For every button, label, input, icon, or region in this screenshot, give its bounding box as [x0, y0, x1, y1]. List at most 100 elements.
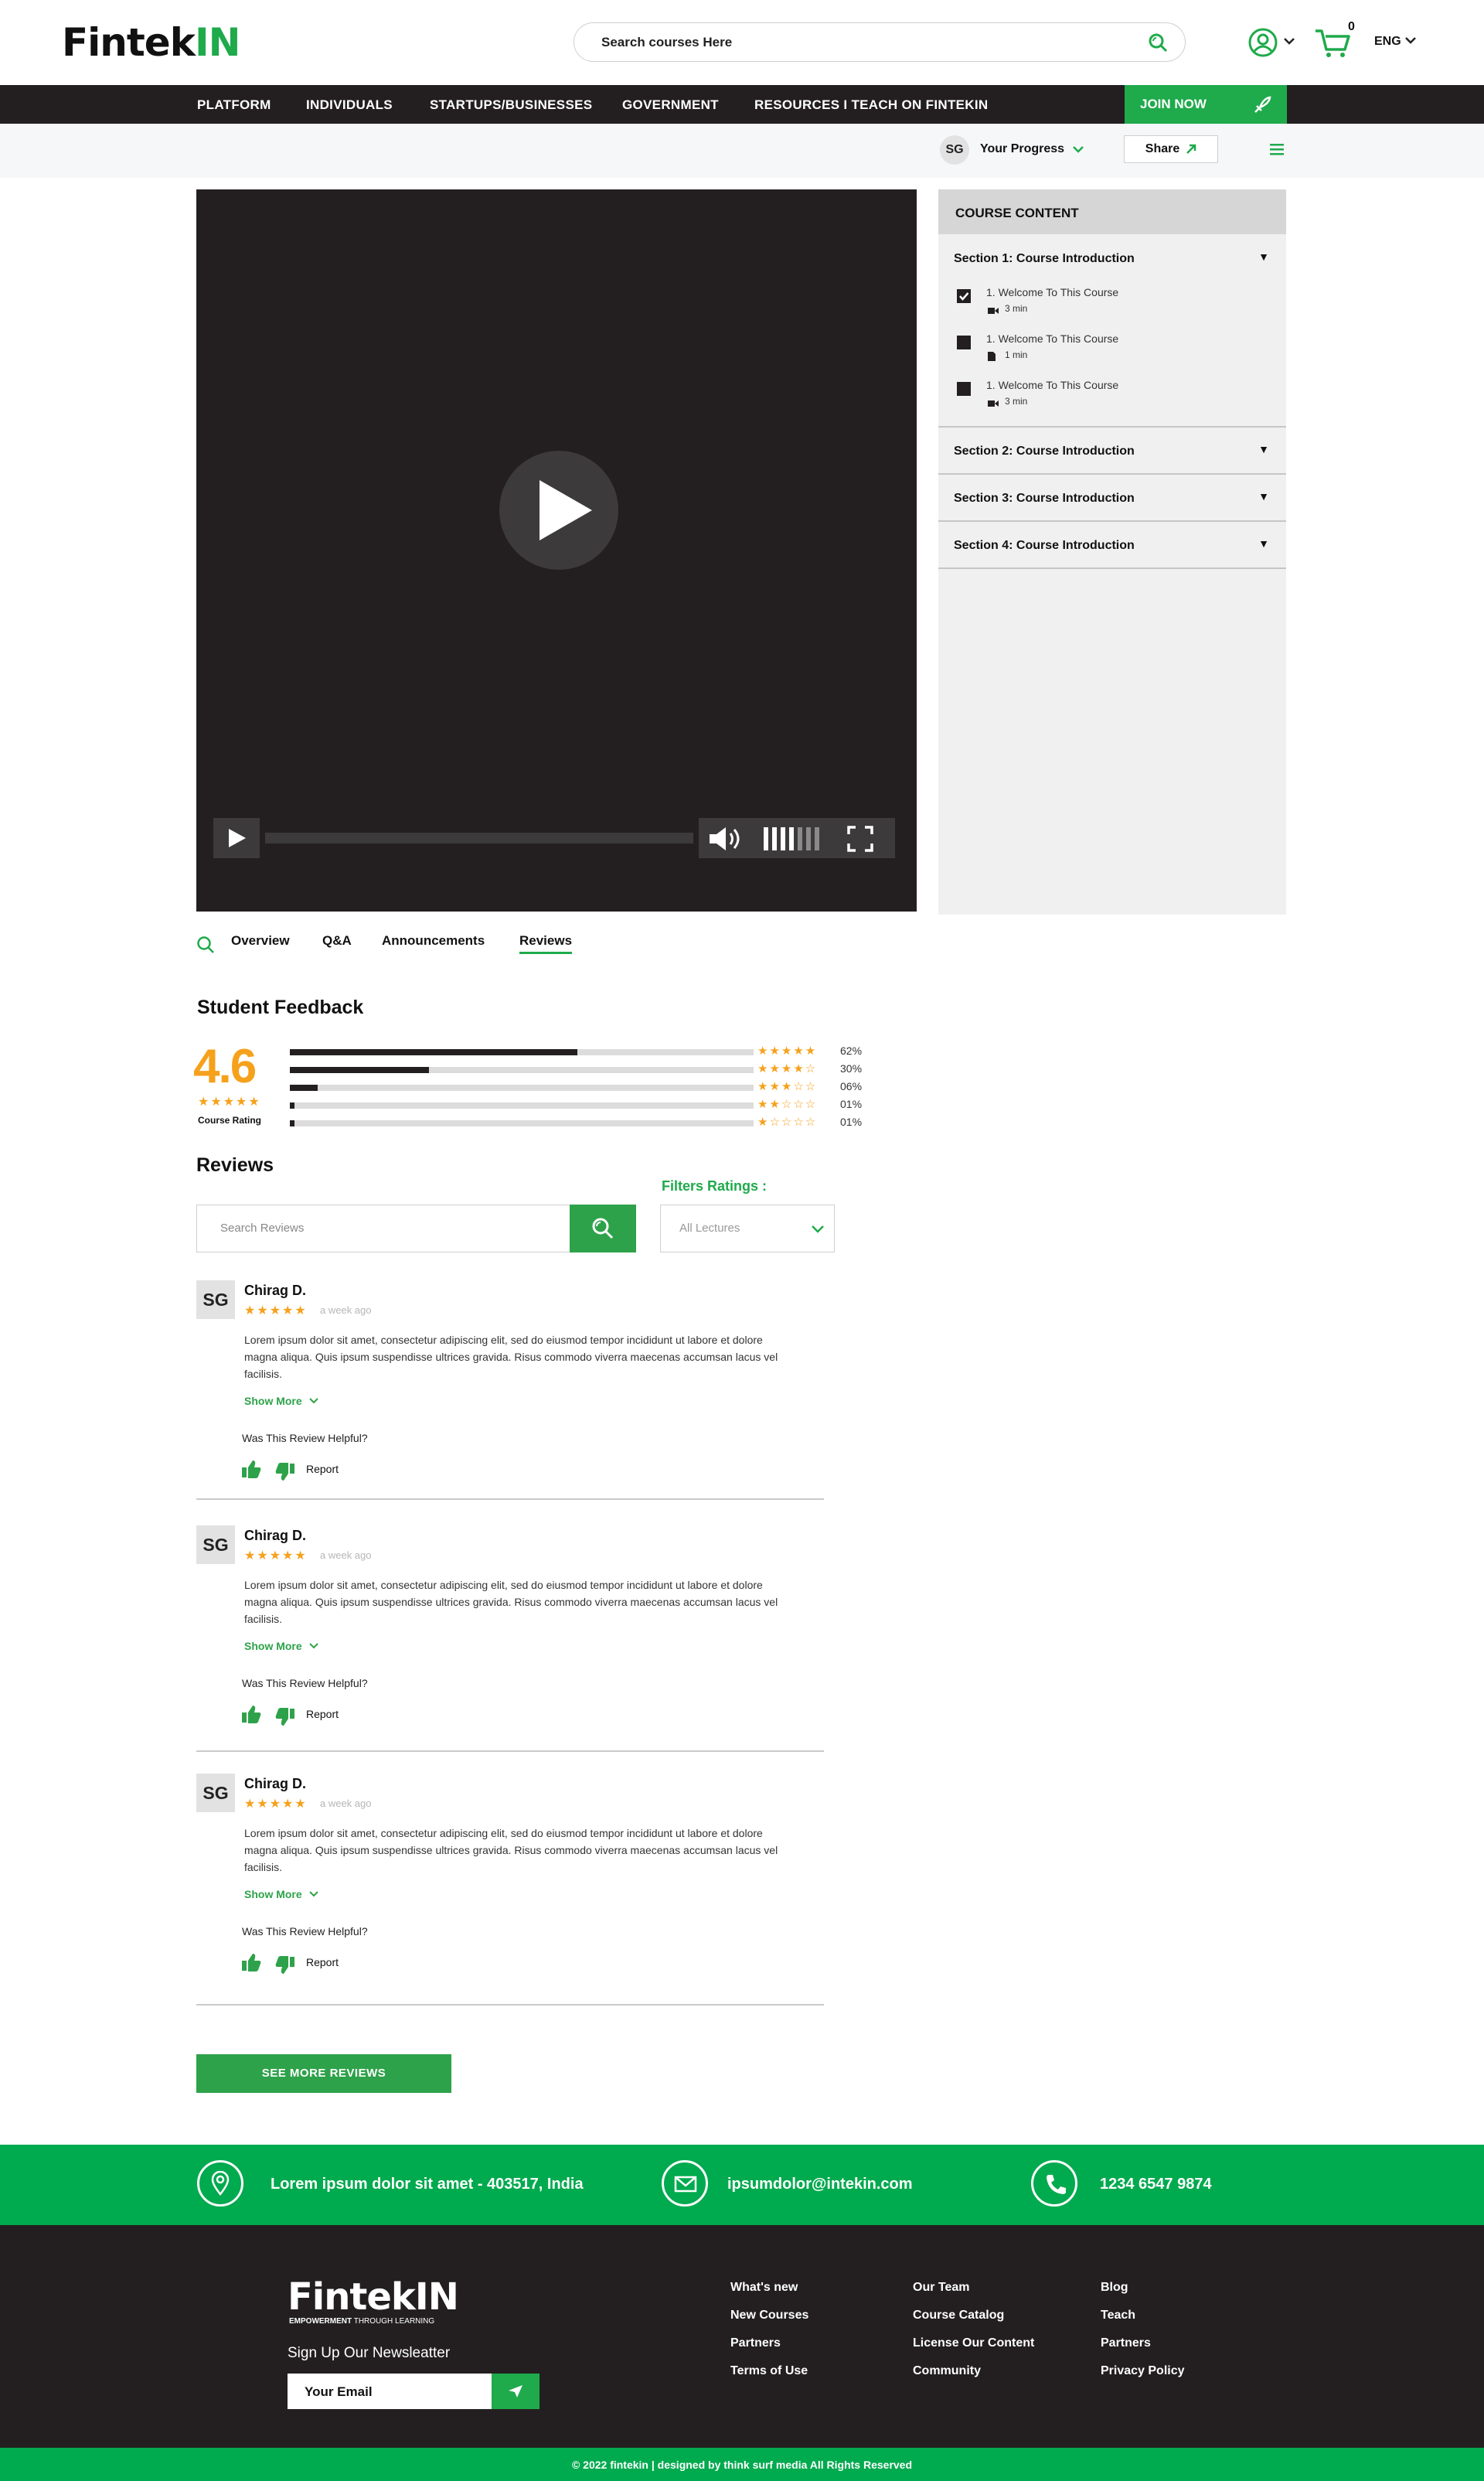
show-more-link[interactable]: Show More — [244, 1640, 319, 1652]
site-header: FintekIN Search courses Here 0 ENG — [0, 0, 1484, 85]
nav-item-startups[interactable]: STARTUPS/BUSINESSES — [430, 97, 592, 113]
filter-label: Filters Ratings : — [662, 1178, 768, 1194]
contact-email[interactable]: ipsumdolor@intekin.com — [727, 2176, 913, 2193]
report-link[interactable]: Report — [306, 1708, 339, 1720]
thumbs-down-icon[interactable] — [275, 1463, 295, 1485]
lecture-checkbox[interactable] — [957, 289, 971, 303]
play-button[interactable] — [213, 818, 260, 858]
footer-link[interactable]: Our Team — [913, 2281, 970, 2295]
play-icon — [229, 829, 246, 847]
join-now-button[interactable]: JOIN NOW — [1125, 85, 1287, 124]
search-input[interactable]: Search courses Here — [601, 35, 732, 50]
avatar[interactable]: SG — [940, 135, 969, 165]
tab-announcements[interactable]: Announcements — [382, 933, 485, 949]
chevron-down-icon[interactable] — [1283, 36, 1295, 46]
section-accordion[interactable]: Section 2: Course Introduction ▼ — [938, 428, 1286, 475]
section-title: Section 3: Course Introduction — [954, 492, 1135, 505]
volume-level-slider[interactable] — [764, 826, 824, 852]
thumbs-up-icon[interactable] — [241, 1953, 261, 1975]
nav-item-platform[interactable]: PLATFORM — [197, 97, 271, 113]
send-icon — [509, 2385, 522, 2398]
search-bar[interactable]: Search courses Here — [574, 22, 1186, 62]
report-link[interactable]: Report — [306, 1956, 339, 1968]
section-accordion[interactable]: Section 3: Course Introduction ▼ — [938, 475, 1286, 522]
rating-bar — [290, 1067, 754, 1073]
fullscreen-icon[interactable] — [847, 826, 873, 852]
user-icon[interactable] — [1247, 27, 1278, 58]
section-accordion[interactable]: Section 4: Course Introduction ▼ — [938, 522, 1286, 569]
search-icon[interactable] — [196, 935, 215, 954]
volume-icon[interactable] — [708, 826, 747, 852]
footer-link[interactable]: Privacy Policy — [1101, 2364, 1185, 2378]
search-icon — [592, 1218, 614, 1239]
tab-qa[interactable]: Q&A — [322, 933, 352, 949]
nav-item-resources[interactable]: RESOURCES I TEACH ON FINTEKIN — [754, 97, 988, 113]
lecture-duration: 3 min — [1005, 303, 1028, 314]
footer-link[interactable]: Course Catalog — [913, 2309, 1004, 2323]
footer-link[interactable]: Terms of Use — [730, 2364, 808, 2378]
newsletter-email-input[interactable]: Your Email — [288, 2374, 492, 2409]
footer-link[interactable]: Partners — [730, 2336, 781, 2350]
footer-link[interactable]: Teach — [1101, 2309, 1135, 2323]
caret-down-icon: ▼ — [1258, 537, 1269, 550]
review-search-button[interactable] — [570, 1205, 636, 1252]
lecture-title[interactable]: 1. Welcome To This Course — [986, 379, 1118, 391]
footer-logo[interactable]: FintekIN — [288, 2275, 459, 2319]
rating-percent: 01% — [840, 1116, 863, 1128]
search-icon[interactable] — [1148, 32, 1168, 53]
volume-bar — [781, 827, 785, 850]
review-search-input[interactable]: Search Reviews — [196, 1205, 570, 1252]
volume-bar — [806, 827, 811, 850]
tab-reviews[interactable]: Reviews — [519, 933, 573, 954]
footer-link[interactable]: Blog — [1101, 2281, 1128, 2295]
review-item: SG Chirag D. ★★★★★ a week ago Lorem ipsum do… — [196, 1774, 824, 2006]
nav-item-government[interactable]: GOVERNMENT — [622, 97, 719, 113]
helpful-question: Was This Review Helpful? — [242, 1432, 368, 1444]
cart-icon[interactable] — [1314, 26, 1351, 59]
play-icon — [539, 480, 592, 540]
rating-percent: 62% — [840, 1045, 863, 1057]
thumbs-down-icon[interactable] — [275, 1708, 295, 1730]
language-selector[interactable]: ENG — [1374, 35, 1417, 49]
footer-link[interactable]: Community — [913, 2364, 981, 2378]
section-title: Section 2: Course Introduction — [954, 445, 1135, 458]
review-item: SG Chirag D. ★★★★★ a week ago Lorem ipsum do… — [196, 1525, 824, 1757]
see-more-reviews-button[interactable]: SEE MORE REVIEWS — [196, 2054, 451, 2093]
seek-bar[interactable] — [265, 833, 693, 843]
lecture-title[interactable]: 1. Welcome To This Course — [986, 332, 1118, 345]
mail-icon — [662, 2160, 708, 2207]
big-play-button[interactable] — [499, 451, 618, 570]
menu-icon[interactable] — [1270, 143, 1284, 155]
volume-bar — [815, 827, 819, 850]
rating-bar-fill — [290, 1102, 294, 1109]
thumbs-down-icon[interactable] — [275, 1956, 295, 1978]
show-more-link[interactable]: Show More — [244, 1888, 319, 1900]
volume-bar — [789, 827, 794, 850]
divider — [196, 1498, 824, 1500]
show-more-link[interactable]: Show More — [244, 1395, 319, 1407]
report-link[interactable]: Report — [306, 1463, 339, 1475]
review-time: a week ago — [320, 1304, 372, 1316]
progress-dropdown[interactable]: Your Progress — [980, 142, 1084, 156]
rating-percent: 06% — [840, 1080, 863, 1092]
chevron-down-icon — [308, 1888, 319, 1900]
contact-address: Lorem ipsum dolor sit amet - 403517, Ind… — [271, 2176, 584, 2193]
share-button[interactable]: Share — [1124, 135, 1218, 163]
thumbs-up-icon[interactable] — [241, 1705, 261, 1727]
lecture-title[interactable]: 1. Welcome To This Course — [986, 286, 1118, 298]
lecture-checkbox[interactable] — [957, 382, 971, 396]
thumbs-up-icon[interactable] — [241, 1460, 261, 1482]
lecture-filter-select[interactable]: All Lectures — [660, 1205, 835, 1252]
footer-link[interactable]: What's new — [730, 2281, 798, 2295]
footer-link[interactable]: New Courses — [730, 2309, 808, 2323]
footer-link[interactable]: Partners — [1101, 2336, 1151, 2350]
contact-phone[interactable]: 1234 6547 9874 — [1100, 2176, 1212, 2193]
nav-item-individuals[interactable]: INDIVIDUALS — [306, 97, 393, 113]
newsletter-submit-button[interactable] — [492, 2374, 539, 2409]
tab-overview[interactable]: Overview — [231, 933, 290, 949]
rating-stars: ★★★★★ — [198, 1096, 261, 1109]
footer-link[interactable]: License Our Content — [913, 2336, 1034, 2350]
lecture-checkbox[interactable] — [957, 336, 971, 349]
helpful-question: Was This Review Helpful? — [242, 1925, 368, 1937]
logo[interactable]: FintekIN — [62, 20, 240, 65]
